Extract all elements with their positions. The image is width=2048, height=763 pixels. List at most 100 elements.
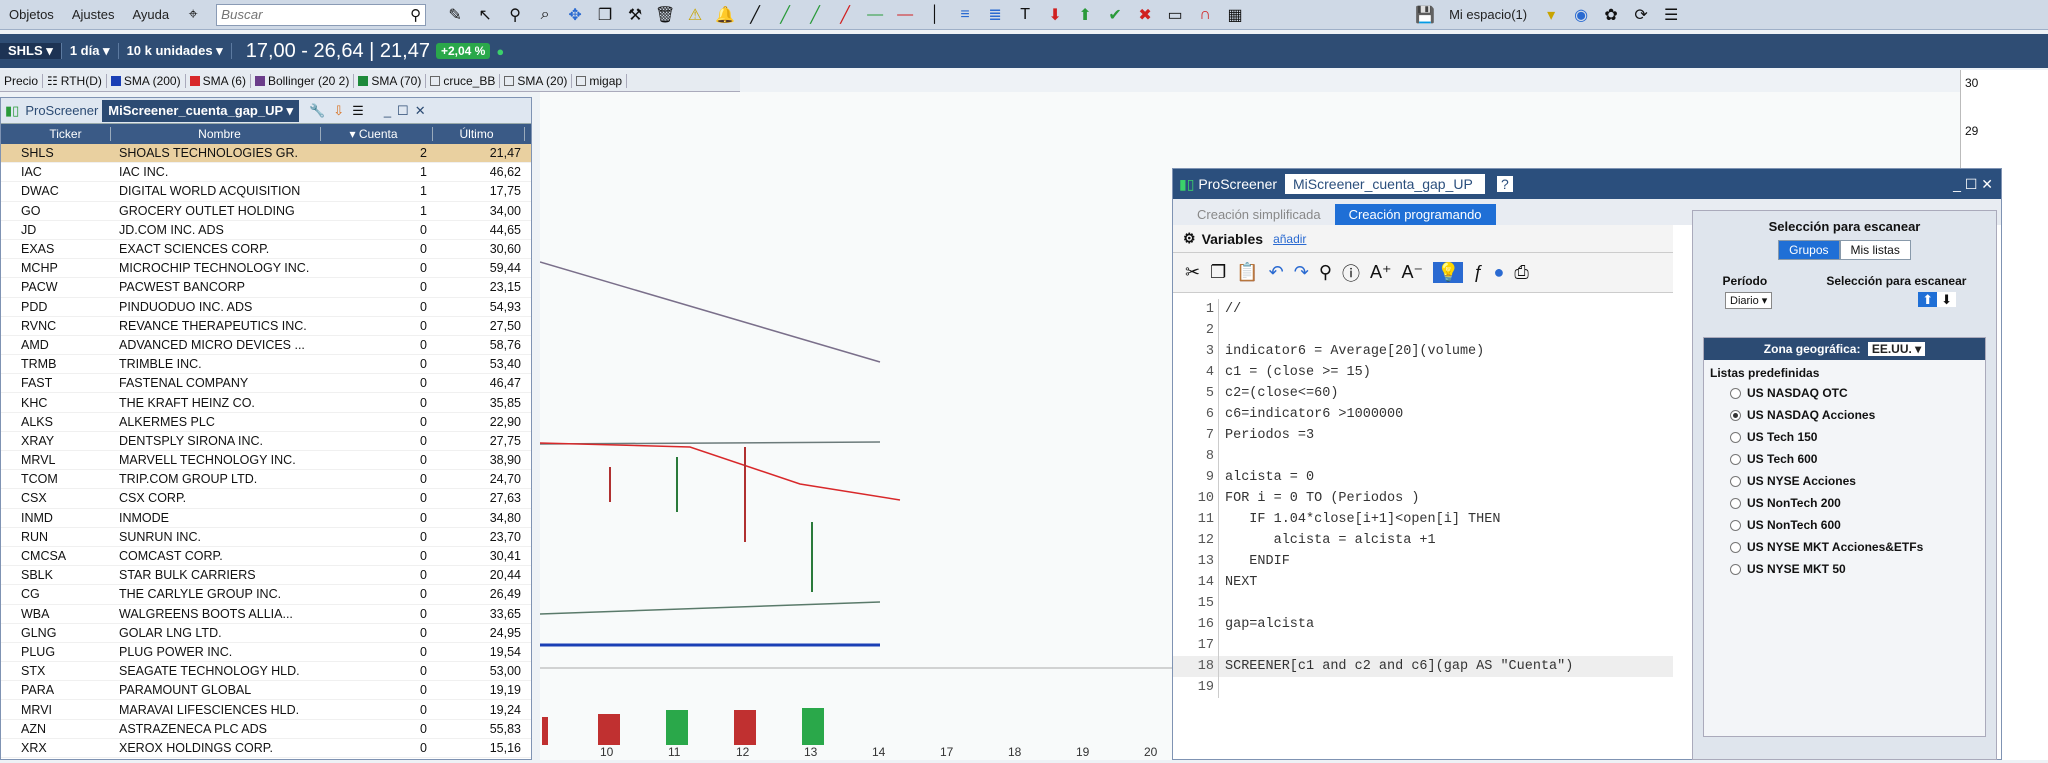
redo-icon[interactable]: ↷ (1294, 262, 1309, 283)
refresh-icon[interactable]: ⇩ (333, 103, 344, 119)
save-icon[interactable]: 💾 (1410, 2, 1440, 28)
table-row[interactable]: CG THE CARLYLE GROUP INC. 0 26,49 (1, 585, 531, 605)
sort-buttons[interactable]: ⬆ ⬇ (1918, 292, 1956, 309)
tools-icon[interactable]: ⚒ (620, 2, 650, 28)
screener-name-select[interactable]: MiScreener_cuenta_gap_UP ▾ (102, 99, 300, 122)
radio-button[interactable] (1730, 497, 1741, 509)
magnet-icon[interactable]: ∩ (1190, 2, 1220, 28)
close-icon[interactable]: ✕ (415, 103, 426, 119)
list-option[interactable]: US NASDAQ Acciones (1704, 404, 1985, 426)
period-select[interactable]: Diario ▾ (1725, 292, 1773, 309)
workspace-label[interactable]: Mi espacio(1) (1440, 7, 1536, 22)
table-row[interactable]: AMD ADVANCED MICRO DEVICES ... 0 58,76 (1, 336, 531, 356)
period-select[interactable]: 1 día ▾ (62, 43, 119, 59)
arrow-up-icon[interactable]: ⬆ (1070, 2, 1100, 28)
my-lists-button[interactable]: Mis listas (1839, 240, 1911, 260)
help-icon[interactable]: ? (1497, 176, 1513, 192)
list-option[interactable]: US NonTech 600 (1704, 514, 1985, 536)
list-option[interactable]: US NonTech 200 (1704, 492, 1985, 514)
code-line[interactable]: 17 (1173, 635, 1673, 656)
move-icon[interactable]: ✥ (560, 2, 590, 28)
radio-button[interactable] (1730, 475, 1741, 487)
table-row[interactable]: PLUG PLUG POWER INC. 0 19,54 (1, 643, 531, 663)
table-row[interactable]: PARA PARAMOUNT GLOBAL 0 19,19 (1, 681, 531, 701)
channel-icon[interactable]: ≣ (980, 2, 1010, 28)
code-line[interactable]: 19 (1173, 677, 1673, 698)
zoom-area-icon[interactable]: ⌕ (530, 2, 560, 28)
replace-icon[interactable]: ⓘ (1342, 260, 1360, 286)
table-row[interactable]: XRX XEROX HOLDINGS CORP. 0 15,16 (1, 739, 531, 758)
pin-icon[interactable]: ⌖ (178, 2, 208, 28)
radio-button[interactable] (1730, 409, 1741, 421)
table-row[interactable]: MCHP MICROCHIP TECHNOLOGY INC. 0 59,44 (1, 259, 531, 279)
col-nombre[interactable]: Nombre (111, 127, 321, 141)
table-row[interactable]: RUN SUNRUN INC. 0 23,70 (1, 528, 531, 547)
table-row[interactable]: TRMB TRIMBLE INC. 0 53,40 (1, 355, 531, 375)
zoom-icon[interactable]: ⚲ (500, 2, 530, 28)
radio-button[interactable] (1730, 453, 1741, 465)
sort-up-icon[interactable]: ⬆ (1918, 292, 1938, 307)
info-icon[interactable]: ● (1494, 262, 1505, 283)
indicator-bollinger[interactable]: Bollinger (20 2) (251, 73, 355, 88)
copy-icon[interactable]: ❐ (590, 2, 620, 28)
col-ticker[interactable]: Ticker (1, 127, 111, 141)
table-row[interactable]: JD JD.COM INC. ADS 0 44,65 (1, 221, 531, 240)
indicator-cruce-bb[interactable]: cruce_BB (426, 73, 501, 88)
code-line[interactable]: 12 alcista = alcista +1 (1173, 530, 1673, 551)
cross-icon[interactable]: ✖ (1130, 2, 1160, 28)
list-option[interactable]: US NASDAQ OTC (1704, 382, 1985, 404)
copy-icon[interactable]: ❐ (1210, 262, 1226, 283)
col-cuenta[interactable]: ▾ Cuenta (321, 127, 433, 141)
maximize-icon[interactable]: ☐ (397, 103, 409, 119)
line-tool-icon[interactable]: ╱ (740, 2, 770, 28)
print-icon[interactable]: ⎙ (1514, 262, 1528, 283)
menu-icon[interactable]: ☰ (352, 103, 364, 119)
zone-select[interactable]: EE.UU. ▾ (1867, 342, 1926, 356)
hint-icon[interactable]: 💡 (1433, 262, 1464, 283)
colors-icon[interactable]: ✿ (1596, 2, 1626, 28)
sort-down-icon[interactable]: ⬇ (1937, 292, 1956, 307)
list-option[interactable]: US Tech 600 (1704, 448, 1985, 470)
table-row[interactable]: MRVI MARAVAI LIFESCIENCES HLD. 0 19,24 (1, 700, 531, 720)
indicator-price[interactable]: Precio (0, 73, 44, 88)
table-row[interactable]: FAST FASTENAL COMPANY 0 46,47 (1, 374, 531, 394)
wrench-icon[interactable]: 🔧 (309, 103, 325, 119)
code-line[interactable]: 15 (1173, 593, 1673, 614)
list-icon[interactable]: ☰ (1656, 2, 1686, 28)
table-row[interactable]: ALKS ALKERMES PLC 0 22,90 (1, 413, 531, 432)
radio-button[interactable] (1730, 541, 1741, 553)
indicator-rth[interactable]: ☷ RTH(D) (43, 73, 107, 88)
table-row[interactable]: GLNG GOLAR LNG LTD. 0 24,95 (1, 624, 531, 643)
paste-icon[interactable]: 📋 (1236, 262, 1258, 283)
code-line[interactable]: 13 ENDIF (1173, 551, 1673, 572)
green-line-icon[interactable]: ╱ (770, 2, 800, 28)
table-row[interactable]: PACW PACWEST BANCORP 0 23,15 (1, 278, 531, 298)
search-box[interactable]: ⚲ (216, 3, 427, 26)
code-line[interactable]: 7 Periodos =3 (1173, 425, 1673, 446)
table-row[interactable]: INMD INMODE 0 34,80 (1, 509, 531, 528)
code-line[interactable]: 11 IF 1.04*close[i+1]<open[i] THEN (1173, 509, 1673, 530)
cursor-icon[interactable]: ↖ (470, 2, 500, 28)
code-line[interactable]: 4 c1 = (close >= 15) (1173, 362, 1673, 383)
arrow-down-icon[interactable]: ⬇ (1040, 2, 1070, 28)
folder-icon[interactable]: ▾ (1536, 2, 1566, 28)
menu-objetos[interactable]: Objetos (0, 7, 63, 22)
hline-red-icon[interactable]: — (890, 2, 920, 28)
fib-icon[interactable]: ≡ (950, 2, 980, 28)
alert-icon[interactable]: ⚠ (680, 2, 710, 28)
table-row[interactable]: MRVL MARVELL TECHNOLOGY INC. 0 38,90 (1, 451, 531, 471)
indicator-sma6[interactable]: SMA (6) (186, 73, 251, 88)
list-option[interactable]: US NYSE MKT Acciones&ETFs (1704, 536, 1985, 558)
table-row[interactable]: RVNC REVANCE THERAPEUTICS INC. 0 27,50 (1, 317, 531, 336)
table-row[interactable]: KHC THE KRAFT HEINZ CO. 0 35,85 (1, 393, 531, 413)
table-row[interactable]: SBLK STAR BULK CARRIERS 0 20,44 (1, 566, 531, 586)
tab-programming[interactable]: Creación programando (1334, 204, 1496, 225)
sound-icon[interactable]: ◉ (1566, 2, 1596, 28)
menu-ajustes[interactable]: Ajustes (63, 7, 124, 22)
code-editor[interactable]: 1 // 2 3 indicator6 = Average[20](volume) 4 c1… (1173, 293, 1673, 698)
minimize-icon[interactable]: _ (384, 103, 391, 118)
table-row[interactable]: XRAY DENTSPLY SIRONA INC. 0 27,75 (1, 432, 531, 451)
table-row[interactable]: WBA WALGREENS BOOTS ALLIA... 0 33,65 (1, 605, 531, 624)
code-line[interactable]: 2 (1173, 320, 1673, 341)
table-row[interactable]: DWAC DIGITAL WORLD ACQUISITION 1 17,75 (1, 182, 531, 202)
